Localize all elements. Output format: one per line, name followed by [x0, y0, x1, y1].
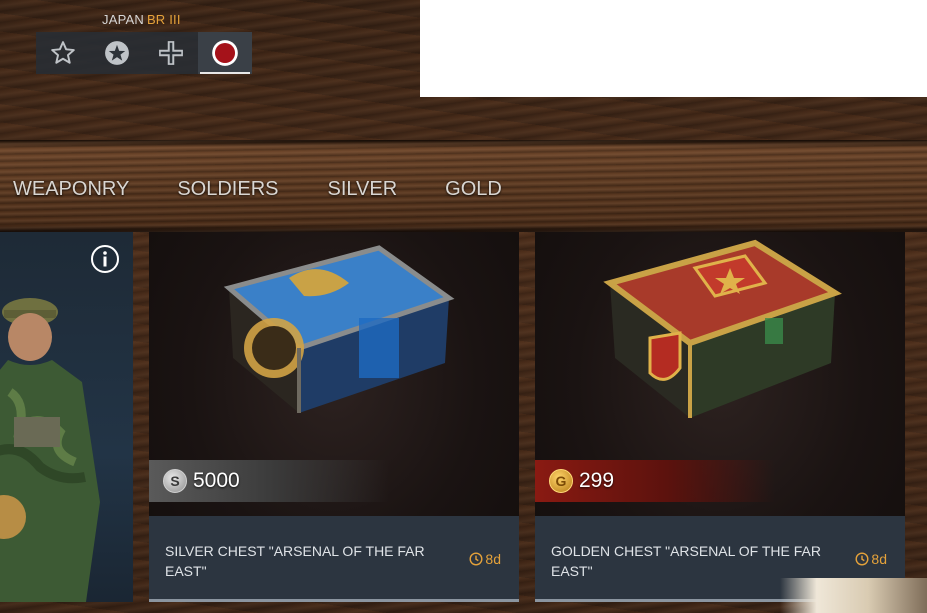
info-icon[interactable]	[90, 244, 120, 274]
timer-value: 8d	[871, 551, 887, 567]
golden-chest-image	[603, 239, 842, 418]
soldier-image	[0, 298, 100, 602]
blank-area	[420, 0, 927, 97]
timer: 8d	[469, 551, 501, 567]
nation-button-japan[interactable]	[198, 32, 252, 74]
soldier-card[interactable]	[0, 232, 133, 602]
iron-cross-icon	[159, 41, 183, 65]
star-circle-icon	[105, 41, 129, 65]
golden-chest-card[interactable]: G 299 GOLDEN CHEST "ARSENAL OF THE FAR E…	[535, 232, 905, 602]
tab-weaponry[interactable]: WEAPONRY	[13, 178, 129, 210]
chest-title: GOLDEN CHEST "ARSENAL OF THE FAR EAST"	[551, 543, 821, 579]
timer-value: 8d	[485, 551, 501, 567]
silver-coin-icon: S	[163, 469, 187, 493]
nation-name: JAPAN	[102, 12, 144, 27]
star-outline-icon	[51, 41, 75, 64]
gold-coin-icon: G	[549, 469, 573, 493]
clock-icon	[469, 552, 483, 566]
chest-title: SILVER CHEST "ARSENAL OF THE FAR EAST"	[165, 543, 425, 579]
card-bottom-line	[149, 599, 519, 602]
price-value: 5000	[193, 469, 240, 492]
tab-silver[interactable]: SILVER	[327, 178, 397, 210]
timer: 8d	[855, 551, 887, 567]
japan-roundel-icon	[212, 40, 238, 66]
silver-chest-card[interactable]: S 5000 SILVER CHEST "ARSENAL OF THE FAR …	[149, 232, 519, 602]
battle-rating: BR III	[146, 12, 181, 27]
nation-selector	[36, 32, 252, 74]
tab-soldiers[interactable]: SOLDIERS	[177, 178, 278, 210]
price-bar: S 5000	[149, 460, 389, 502]
price-value: 299	[579, 469, 615, 492]
clock-icon	[855, 552, 869, 566]
nation-label: JAPAN BR III	[102, 12, 181, 27]
silver-chest-image	[223, 245, 455, 413]
corner-image	[780, 578, 927, 613]
nation-button-ussr[interactable]	[90, 32, 144, 74]
tab-gold[interactable]: GOLD	[445, 178, 502, 210]
category-tabs: WEAPONRY SOLDIERS SILVER GOLD	[0, 178, 502, 210]
nation-button-germany[interactable]	[144, 32, 198, 74]
card-footer: SILVER CHEST "ARSENAL OF THE FAR EAST" 8…	[149, 516, 519, 602]
nation-button-usa[interactable]	[36, 32, 90, 74]
price-bar: G 299	[535, 460, 775, 502]
